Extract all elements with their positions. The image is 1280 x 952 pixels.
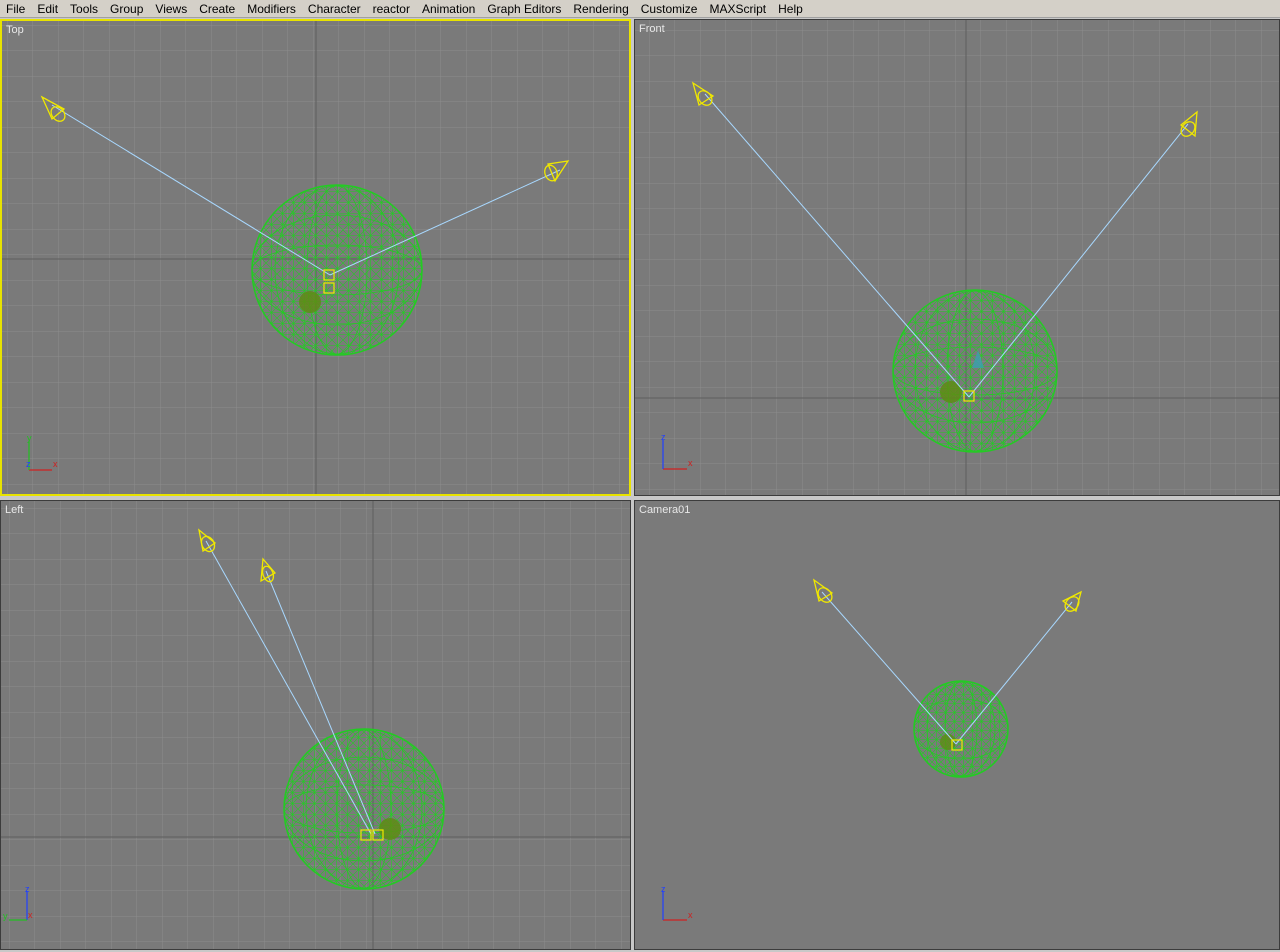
svg-text:y: y	[27, 433, 32, 443]
menu-maxscript[interactable]: MAXScript	[703, 1, 772, 17]
viewport-label-front[interactable]: Front	[639, 23, 665, 35]
sphere-mesh[interactable]	[283, 728, 445, 890]
svg-text:z: z	[26, 459, 31, 469]
shadow-dot	[379, 818, 401, 840]
svg-text:y: y	[3, 911, 8, 921]
menu-group[interactable]: Group	[104, 1, 149, 17]
viewport-camera[interactable]: x z Camera01	[634, 500, 1280, 950]
spotlight-icon[interactable]	[812, 578, 835, 605]
viewport-label-top[interactable]: Top	[6, 24, 24, 36]
viewport-label-left[interactable]: Left	[5, 504, 23, 516]
svg-text:x: x	[28, 910, 33, 920]
menu-rendering[interactable]: Rendering	[567, 1, 634, 17]
viewport-front-canvas[interactable]: x z	[635, 20, 1279, 495]
axis-tripod-icon: x z	[661, 884, 693, 921]
menu-reactor[interactable]: reactor	[367, 1, 416, 17]
light-target-line	[821, 591, 957, 745]
viewport-label-camera[interactable]: Camera01	[639, 504, 690, 516]
svg-text:x: x	[53, 459, 58, 469]
menu-customize[interactable]: Customize	[635, 1, 704, 17]
viewport-left[interactable]: x z y Left	[0, 500, 631, 950]
viewport-left-canvas[interactable]: x z y	[1, 501, 630, 949]
viewport-top-canvas[interactable]: x y z	[2, 21, 629, 494]
svg-text:z: z	[661, 432, 666, 442]
sphere-mesh[interactable]	[892, 289, 1058, 453]
sphere-mesh[interactable]	[251, 184, 423, 356]
sphere-mesh[interactable]	[913, 680, 1009, 778]
menu-views[interactable]: Views	[149, 1, 193, 17]
menu-create[interactable]: Create	[193, 1, 241, 17]
light-target-line	[955, 601, 1073, 745]
menu-bar: File Edit Tools Group Views Create Modif…	[0, 0, 1280, 18]
svg-text:x: x	[688, 458, 693, 468]
menu-animation[interactable]: Animation	[416, 1, 481, 17]
svg-text:z: z	[25, 884, 30, 894]
viewport-top[interactable]: x y z Top	[0, 19, 631, 496]
menu-file[interactable]: File	[0, 1, 31, 17]
svg-text:x: x	[688, 910, 693, 920]
shadow-dot	[940, 381, 962, 403]
viewport-camera-canvas[interactable]: x z	[635, 501, 1279, 949]
menu-character[interactable]: Character	[302, 1, 367, 17]
menu-tools[interactable]: Tools	[64, 1, 104, 17]
shadow-dot	[299, 291, 321, 313]
menu-help[interactable]: Help	[772, 1, 809, 17]
menu-graph-editors[interactable]: Graph Editors	[481, 1, 567, 17]
menu-modifiers[interactable]: Modifiers	[241, 1, 302, 17]
svg-text:z: z	[661, 884, 666, 894]
menu-edit[interactable]: Edit	[31, 1, 64, 17]
viewport-front[interactable]: x z Front	[634, 19, 1280, 496]
